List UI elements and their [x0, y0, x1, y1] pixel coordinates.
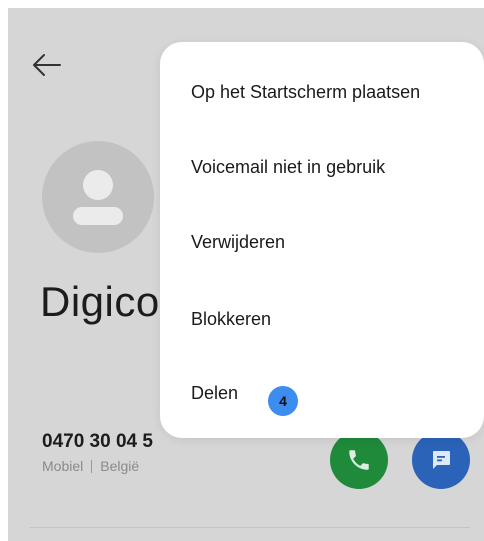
phone-meta: Mobiel België	[42, 458, 139, 474]
person-icon	[73, 170, 123, 225]
divider	[30, 527, 470, 528]
back-arrow-icon[interactable]	[30, 50, 64, 80]
message-button[interactable]	[412, 431, 470, 489]
menu-item-delete[interactable]: Verwijderen	[191, 232, 285, 253]
call-button[interactable]	[330, 431, 388, 489]
chat-bubble-icon	[433, 451, 450, 469]
menu-item-block[interactable]: Blokkeren	[191, 309, 271, 330]
phone-number[interactable]: 0470 30 04 5	[42, 431, 153, 453]
phone-icon	[349, 450, 369, 470]
contact-name: Digico	[40, 278, 160, 325]
separator	[91, 459, 93, 473]
menu-item-share[interactable]: Delen	[191, 383, 238, 404]
phone-type: Mobiel	[42, 458, 84, 474]
phone-country: België	[100, 458, 140, 474]
overflow-menu: Op het Startscherm plaatsen Voicemail ni…	[160, 42, 484, 438]
step-badge: 4	[268, 386, 298, 416]
menu-item-voicemail[interactable]: Voicemail niet in gebruik	[191, 157, 385, 178]
menu-item-add-to-home[interactable]: Op het Startscherm plaatsen	[191, 82, 420, 103]
avatar	[42, 141, 154, 253]
